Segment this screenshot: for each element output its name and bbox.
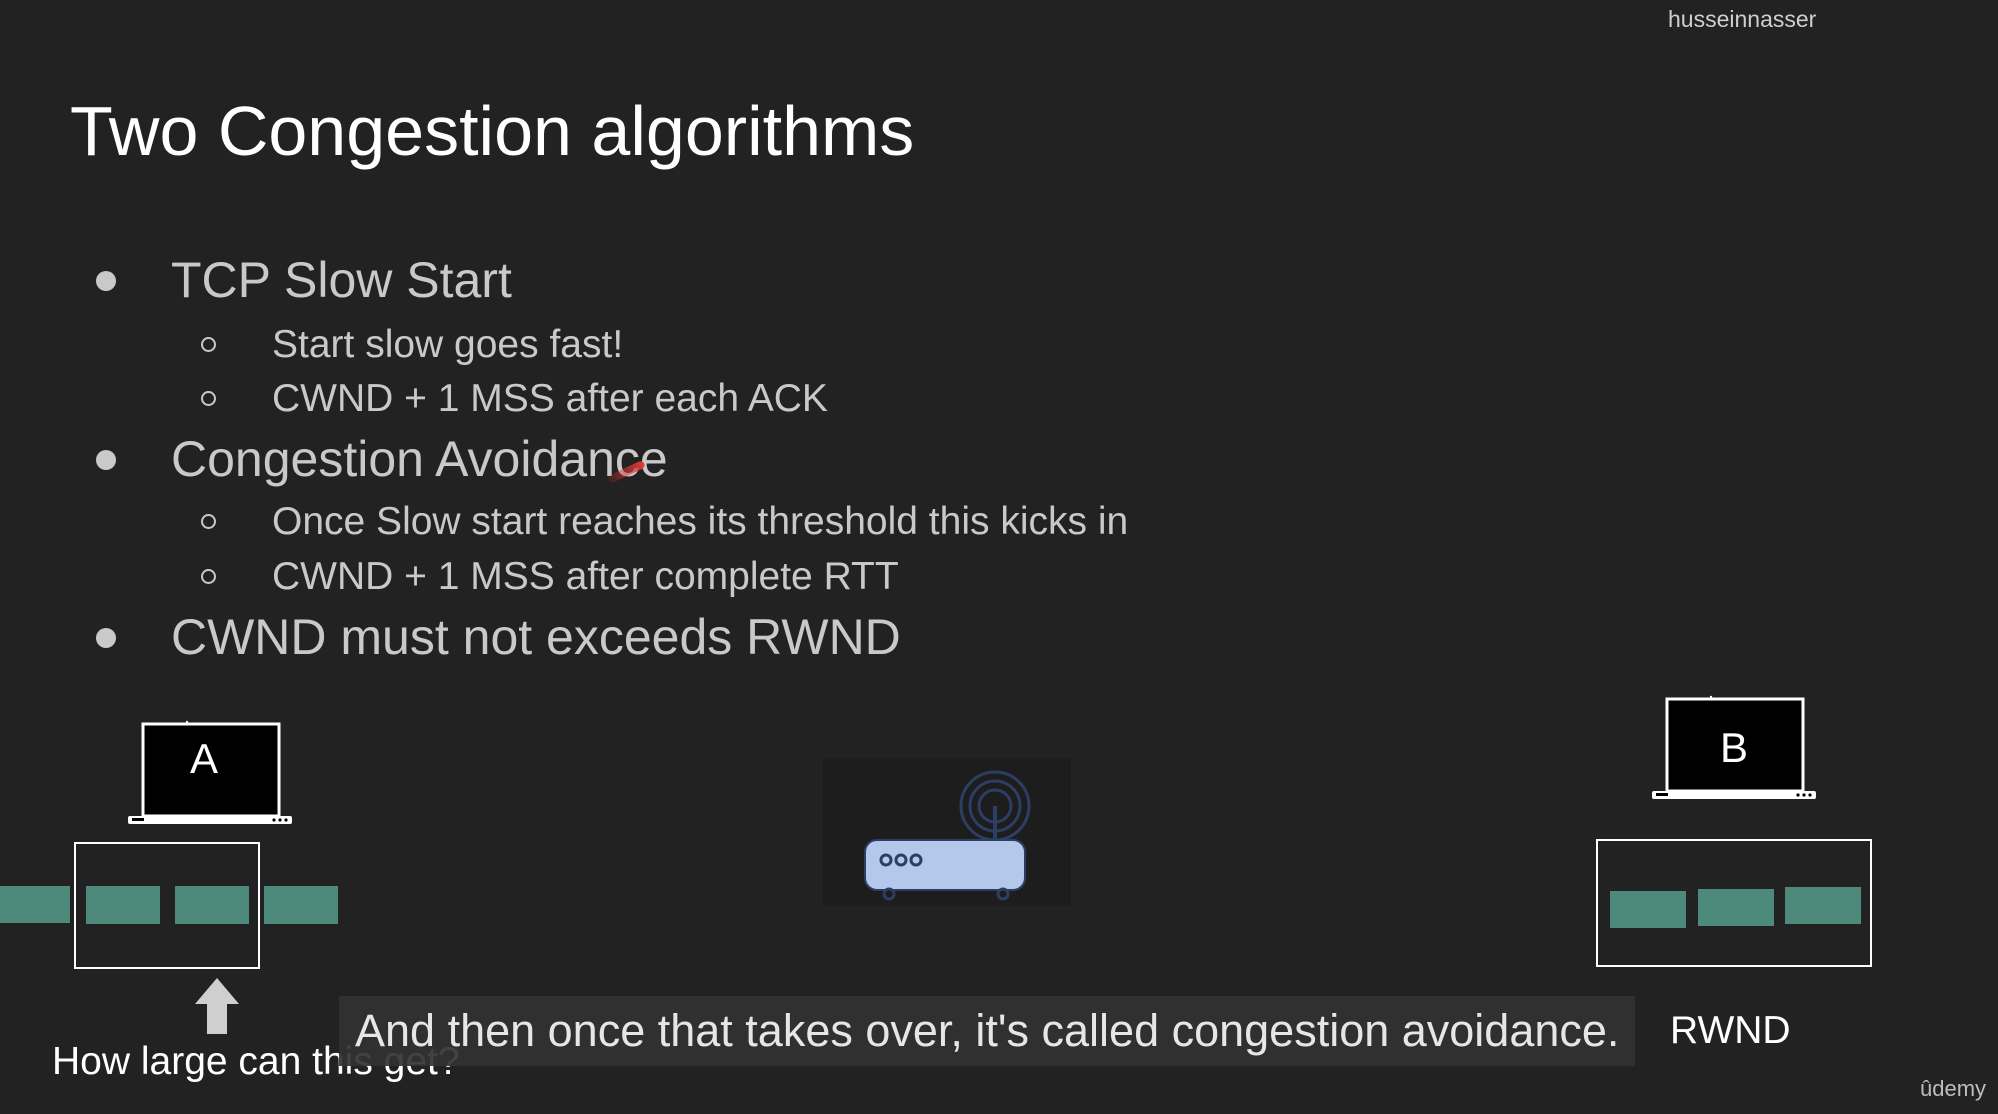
bullet-item: Congestion Avoidance bbox=[171, 431, 668, 487]
sub-bullet-item: Start slow goes fast! bbox=[272, 323, 624, 366]
udemy-logo: ûdemy bbox=[1920, 1076, 1987, 1101]
laptop-b-label: B bbox=[1719, 724, 1748, 771]
sender-packet bbox=[264, 886, 338, 924]
slide-title: Two Congestion algorithms bbox=[70, 92, 915, 170]
router-icon bbox=[823, 758, 1071, 906]
receiver-packet bbox=[1610, 891, 1686, 928]
up-arrow-icon bbox=[195, 978, 239, 1034]
bullet-item: CWND must not exceeds RWND bbox=[171, 609, 901, 665]
sub-bullet-ring-icon bbox=[201, 337, 216, 352]
sender-packet bbox=[0, 886, 70, 923]
channel-watermark: husseinnasser bbox=[1668, 6, 1817, 32]
laptop-a-icon: A bbox=[124, 718, 296, 830]
bullet-dot-icon bbox=[96, 628, 116, 648]
sub-bullet-ring-icon bbox=[201, 569, 216, 584]
receiver-packet bbox=[1698, 889, 1774, 926]
video-caption: And then once that takes over, it's call… bbox=[339, 996, 1636, 1066]
sub-bullet-item: CWND + 1 MSS after each ACK bbox=[272, 377, 828, 420]
sub-bullet-ring-icon bbox=[201, 514, 216, 529]
sub-bullet-ring-icon bbox=[201, 391, 216, 406]
slide: husseinnasser Two Congestion algorithms … bbox=[0, 0, 1998, 1114]
receiver-packet bbox=[1785, 887, 1861, 924]
bullet-item: TCP Slow Start bbox=[171, 252, 512, 308]
sender-packet bbox=[86, 886, 160, 924]
sub-bullet-item: Once Slow start reaches its threshold th… bbox=[272, 500, 1129, 543]
receiver-window-label: RWND bbox=[1670, 1009, 1791, 1052]
bullet-dot-icon bbox=[96, 271, 116, 291]
laptop-a-label: A bbox=[189, 735, 218, 782]
bullet-dot-icon bbox=[96, 450, 116, 470]
laptop-b-icon: B bbox=[1648, 693, 1820, 805]
sub-bullet-item: CWND + 1 MSS after complete RTT bbox=[272, 555, 899, 598]
sender-packet bbox=[175, 886, 249, 924]
